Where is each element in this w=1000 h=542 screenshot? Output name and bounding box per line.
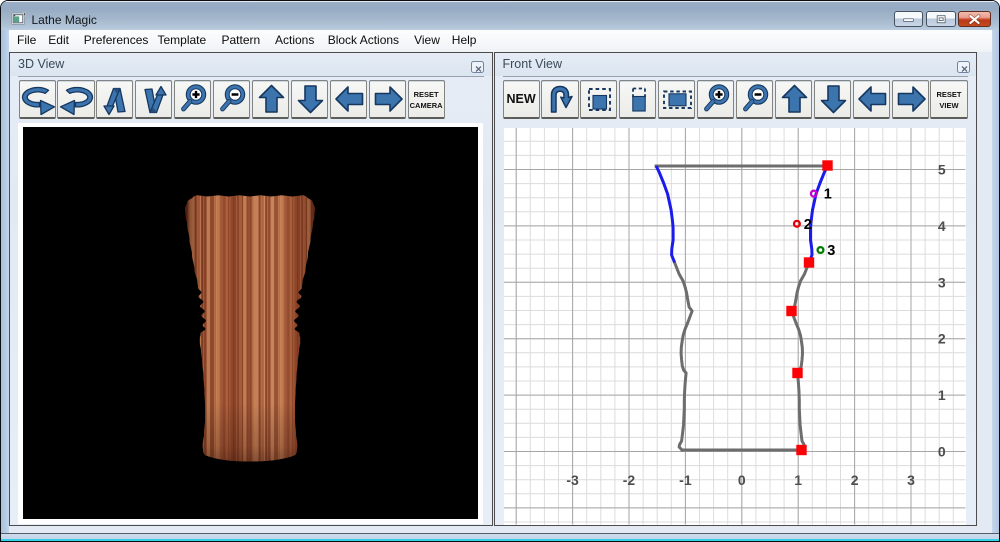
svg-text:1: 1 [824,187,832,203]
svg-text:2: 2 [804,217,812,233]
svg-text:3: 3 [827,243,835,259]
svg-text:5: 5 [938,162,946,178]
svg-text:-1: -1 [679,472,692,488]
svg-text:3: 3 [907,472,915,488]
svg-text:2: 2 [851,472,859,488]
svg-text:0: 0 [938,444,946,460]
svg-text:-3: -3 [566,472,579,488]
svg-text:1: 1 [938,387,946,403]
svg-text:2: 2 [938,331,946,347]
svg-text:1: 1 [794,472,802,488]
svg-text:0: 0 [738,472,746,488]
svg-text:3: 3 [938,274,946,290]
svg-text:4: 4 [938,218,946,234]
svg-text:-2: -2 [623,472,636,488]
